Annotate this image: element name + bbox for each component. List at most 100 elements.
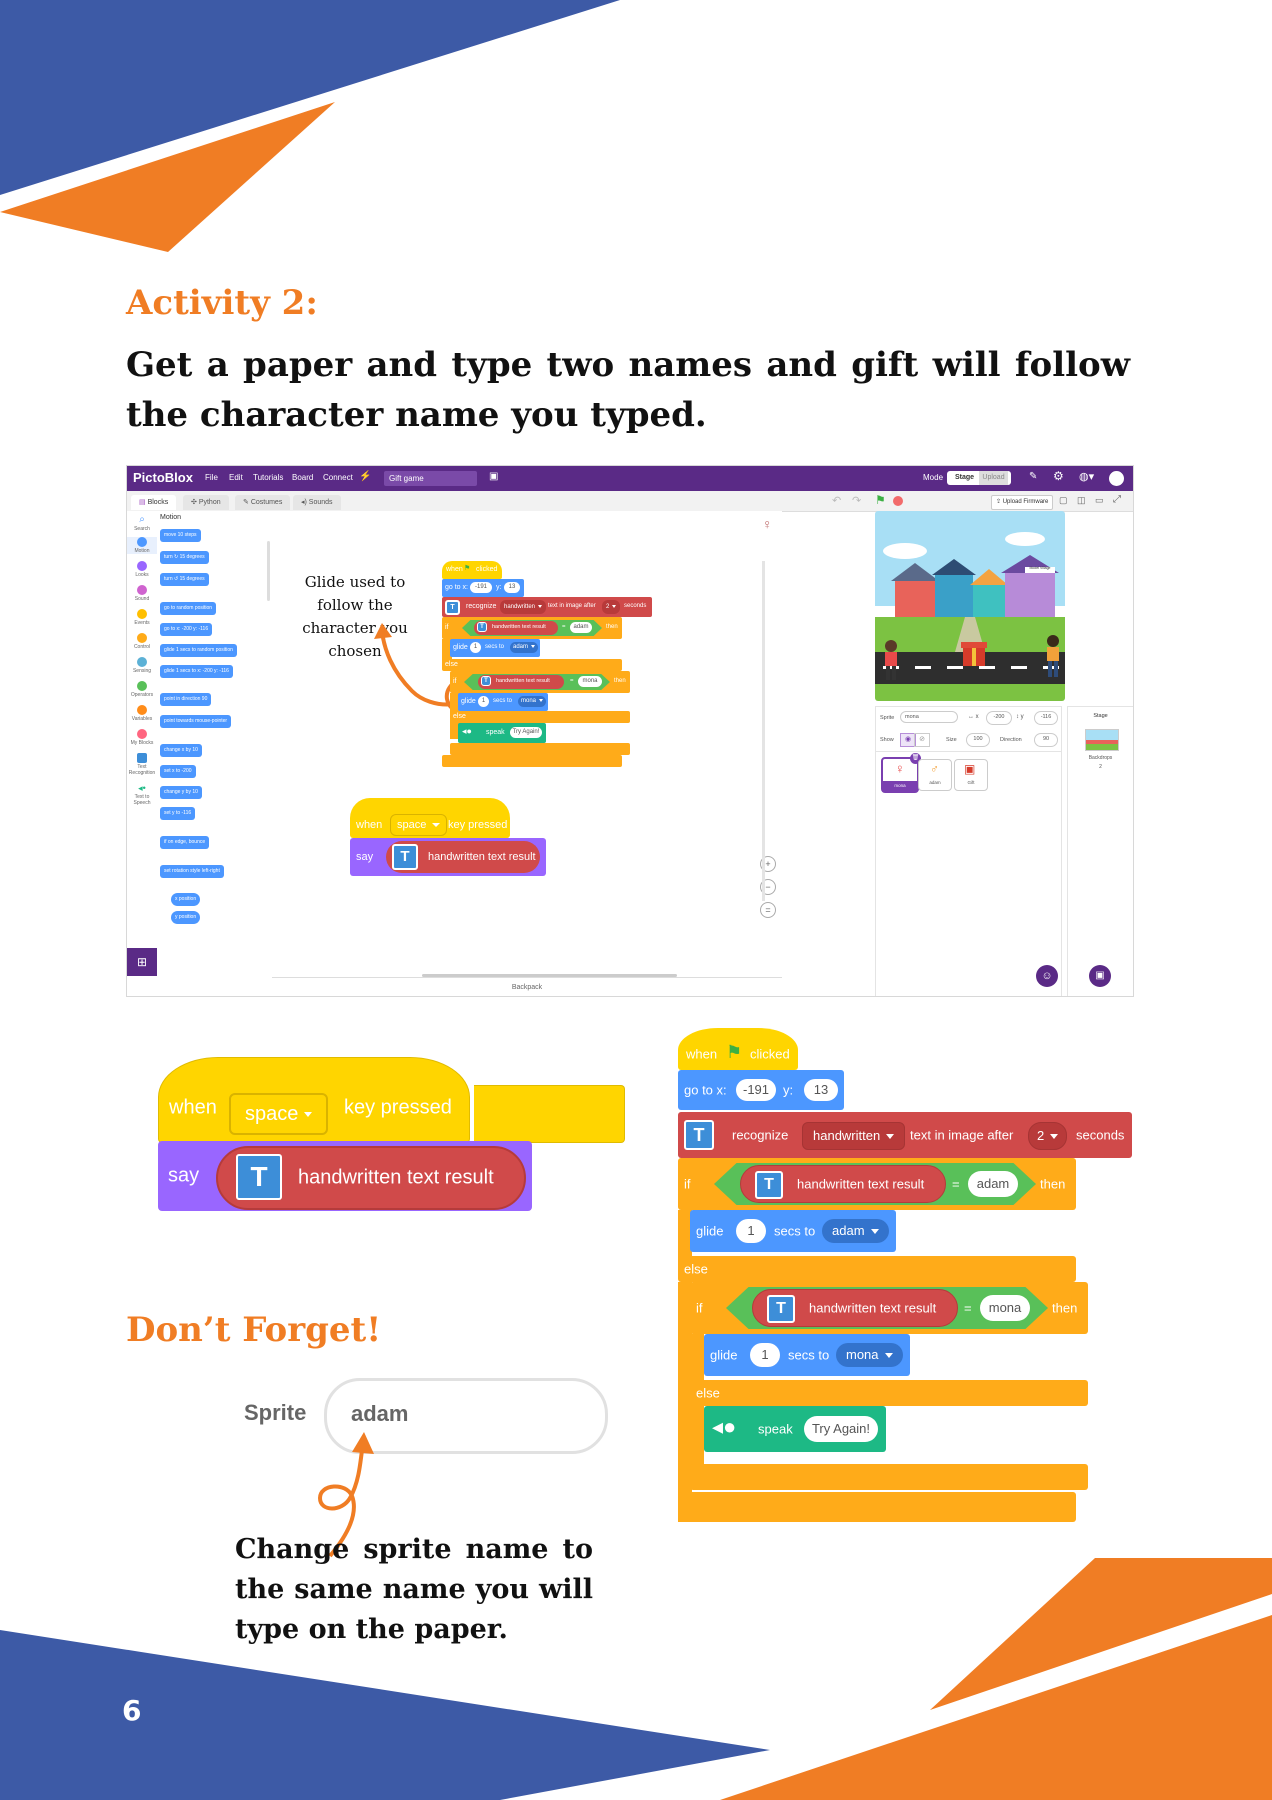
green-flag-icon[interactable]: ⚑ xyxy=(875,493,886,507)
palette-block[interactable]: change x by 10 xyxy=(160,744,202,757)
mini-goto-block[interactable]: go to x: -191 y: 13 xyxy=(442,579,524,597)
palette-block[interactable]: change y by 10 xyxy=(160,786,202,799)
palette-block[interactable]: set rotation style left-right xyxy=(160,865,224,878)
camera-icon[interactable]: ▢ xyxy=(1059,495,1068,506)
recognize-type-dropdown[interactable]: handwritten xyxy=(802,1122,906,1150)
recognize-secs-dropdown[interactable]: 2 xyxy=(1028,1122,1068,1150)
globe-icon[interactable]: ◍▾ xyxy=(1079,470,1094,483)
avatar[interactable] xyxy=(1109,471,1124,486)
glide-adam-block[interactable]: glide 1 secs to adam xyxy=(690,1210,896,1252)
say-block[interactable]: say T handwritten text result xyxy=(158,1141,532,1211)
mini-say-block[interactable]: say Thandwritten text result xyxy=(350,838,546,876)
script-canvas[interactable]: Glide used to follow the character you c… xyxy=(272,511,782,996)
glide-mona-block[interactable]: glide 1 secs to mona xyxy=(704,1334,910,1376)
flag-hat-block[interactable]: when ⚑ clicked xyxy=(678,1028,798,1070)
canvas-scrollbar[interactable] xyxy=(762,561,765,901)
palette-reporter[interactable]: y position xyxy=(171,911,201,924)
backpack-bar[interactable]: Backpack xyxy=(272,977,782,996)
palette-block[interactable]: turn ↺ 15 degrees xyxy=(160,573,209,586)
if-adam-block[interactable]: if T handwritten text result = adam then xyxy=(678,1158,1076,1210)
key-hat-block[interactable]: when space key pressed xyxy=(158,1057,470,1143)
speak-block[interactable]: ◂● speak Try Again! xyxy=(704,1406,886,1452)
palette-block[interactable]: go to random position xyxy=(160,602,217,615)
direction-input[interactable]: 90 xyxy=(1034,733,1058,747)
category-events[interactable]: Events xyxy=(127,609,157,626)
hide-eye-icon[interactable]: ⊘ xyxy=(914,733,930,747)
stage-view[interactable]: Model Village xyxy=(875,511,1065,701)
x-input[interactable]: -200 xyxy=(986,711,1012,725)
category-variables[interactable]: Variables xyxy=(127,705,157,722)
tab-python[interactable]: ✣ Python xyxy=(183,495,229,510)
category-control[interactable]: Control xyxy=(127,633,157,650)
y-input[interactable]: -116 xyxy=(1034,711,1058,725)
mini-if2-block[interactable]: if Thandwritten text result = mona then xyxy=(450,671,630,693)
mini-glide-adam-block[interactable]: glide 1 secs to adam xyxy=(450,639,540,657)
tab-costumes[interactable]: ✎ Costumes xyxy=(235,495,291,510)
mini-key-hat-block[interactable]: when space key pressed xyxy=(350,798,510,838)
mode-upload[interactable]: Upload xyxy=(979,471,1008,485)
menu-edit[interactable]: Edit xyxy=(229,473,243,482)
goto-block[interactable]: go to x: -191 y: 13 xyxy=(678,1070,844,1110)
palette-block[interactable]: move 10 steps xyxy=(160,529,201,542)
category-search[interactable]: ⌕ Search xyxy=(127,515,157,533)
menu-board[interactable]: Board xyxy=(292,473,313,482)
extension-button[interactable]: ⊞ xyxy=(127,948,157,976)
palette-block[interactable]: glide 1 secs to x: -200 y: -116 xyxy=(160,665,233,678)
sprite-tile-mona[interactable]: ♀ mona 🗑 xyxy=(881,753,921,793)
palette-block[interactable]: set y to -116 xyxy=(160,807,196,820)
category-text-to-speech[interactable]: ◂• Text to Speech xyxy=(127,783,157,806)
category-motion[interactable]: Motion xyxy=(127,537,157,554)
mode-toggle[interactable]: Stage Upload xyxy=(947,471,1011,485)
mini-hat-block[interactable]: when ⚑ clicked xyxy=(442,561,502,579)
palette-scrollbar[interactable] xyxy=(267,541,270,601)
backdrop-thumb[interactable] xyxy=(1085,729,1119,751)
sprite-name-input[interactable]: mona xyxy=(900,711,958,723)
category-sound[interactable]: Sound xyxy=(127,585,157,602)
palette-block[interactable]: go to x: -200 y: -116 xyxy=(160,623,213,636)
palette-block[interactable]: point in direction 90 xyxy=(160,693,212,706)
small-stage-icon[interactable]: ◫ xyxy=(1077,495,1086,506)
menu-connect[interactable]: Connect xyxy=(323,473,353,482)
menu-file[interactable]: File xyxy=(205,473,218,482)
add-sprite-button[interactable]: ☺ xyxy=(1036,965,1058,987)
size-input[interactable]: 100 xyxy=(966,733,990,747)
palette-reporter[interactable]: x position xyxy=(171,893,201,906)
feedback-icon[interactable]: ✎ xyxy=(1029,471,1037,482)
redo-icon[interactable]: ↷ xyxy=(852,494,861,507)
backdrops-label: Backdrops xyxy=(1088,755,1113,761)
stop-icon[interactable] xyxy=(893,496,903,506)
mode-stage[interactable]: Stage xyxy=(950,471,979,485)
mini-glide-mona-block[interactable]: glide 1 secs to mona xyxy=(458,693,548,711)
tab-blocks[interactable]: ▤ Blocks xyxy=(131,495,177,510)
palette-block[interactable]: turn ↻ 15 degrees xyxy=(160,551,209,564)
category-sensing[interactable]: Sensing xyxy=(127,657,157,674)
sprite-tile-gift[interactable]: ▣ Gift xyxy=(954,759,988,791)
save-icon[interactable]: ▣ xyxy=(489,471,498,482)
category-text-recognition[interactable]: Text Recognition xyxy=(127,753,157,776)
fullscreen-icon[interactable]: ⤢ xyxy=(1113,494,1121,505)
handwritten-result-reporter[interactable]: T handwritten text result xyxy=(216,1146,526,1210)
mini-speak-block[interactable]: ◂● speak Try Again! xyxy=(458,723,546,743)
recognize-block[interactable]: T recognize handwritten text in image af… xyxy=(678,1112,1132,1158)
if-mona-block[interactable]: if T handwritten text result = mona then xyxy=(690,1282,1088,1334)
palette-block[interactable]: if on edge, bounce xyxy=(160,836,210,849)
add-backdrop-button[interactable]: ▣ xyxy=(1089,965,1111,987)
palette-block[interactable]: glide 1 secs to random position xyxy=(160,644,237,657)
category-operators[interactable]: Operators xyxy=(127,681,157,698)
large-stage-icon[interactable]: ▭ xyxy=(1095,495,1104,506)
connect-plug-icon[interactable]: ⚡ xyxy=(359,471,371,482)
zoom-reset-icon[interactable]: = xyxy=(760,902,776,918)
undo-icon[interactable]: ↶ xyxy=(832,494,841,507)
category-looks[interactable]: Looks xyxy=(127,561,157,578)
mini-if-block[interactable]: if Thandwritten text result = adam then xyxy=(442,617,622,639)
category-my-blocks[interactable]: My Blocks xyxy=(127,729,157,746)
tab-sounds[interactable]: ◂) Sounds xyxy=(293,495,341,510)
mini-recognize-block[interactable]: Trecognize handwritten text in image after… xyxy=(442,597,652,617)
upload-firmware-button[interactable]: ⇪ Upload Firmware xyxy=(991,495,1054,510)
palette-block[interactable]: point towards mouse-pointer xyxy=(160,715,232,728)
menu-tutorials[interactable]: Tutorials xyxy=(253,473,283,482)
project-name-input[interactable]: Gift game xyxy=(384,471,477,486)
palette-block[interactable]: set x to -200 xyxy=(160,765,196,778)
gear-icon[interactable]: ⚙ xyxy=(1053,469,1064,483)
sprite-tile-adam[interactable]: ♂ adam xyxy=(918,759,952,791)
